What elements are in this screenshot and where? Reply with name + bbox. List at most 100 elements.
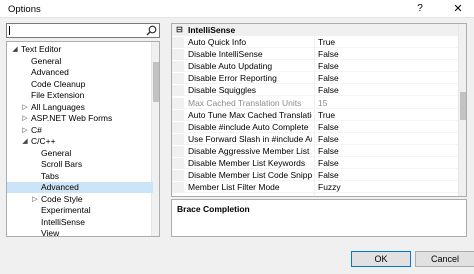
property-name: Disable Member List Keywords <box>188 158 306 168</box>
tree-scrollbar-thumb[interactable] <box>153 62 159 102</box>
tree-item[interactable]: File Extension <box>7 90 153 101</box>
property-value[interactable]: False <box>318 170 339 181</box>
property-value[interactable]: False <box>318 73 339 84</box>
property-value[interactable]: True <box>318 110 335 121</box>
expand-arrow-icon[interactable]: ▷ <box>31 194 39 205</box>
row-gutter <box>172 133 184 145</box>
tree-item[interactable]: Scroll Bars <box>7 159 153 170</box>
tree-item[interactable]: ◢ C/C++ <box>7 136 153 147</box>
property-name: Use Forward Slash in #include Auto Compl… <box>188 133 312 144</box>
property-row[interactable]: Disable Member List Code Snippets False <box>172 170 458 182</box>
tree-item[interactable]: ◢ Text Editor <box>7 44 153 55</box>
search-input[interactable] <box>6 23 160 38</box>
grid-scrollbar-thumb[interactable] <box>460 92 466 120</box>
search-icon[interactable] <box>146 25 157 36</box>
property-row[interactable]: Auto Tune Max Cached Translation Units Tr… <box>172 109 458 121</box>
tree-item-label: C# <box>31 124 42 135</box>
property-value[interactable]: False <box>318 134 339 145</box>
tree-item-label: General <box>41 147 72 158</box>
category-header[interactable]: ⊟ IntelliSense <box>172 24 458 36</box>
expand-arrow-icon[interactable]: ▷ <box>21 125 29 136</box>
tree-item[interactable]: Code Cleanup <box>7 79 153 90</box>
tree-item-label: View <box>41 228 60 237</box>
tree-item-label: IntelliSense <box>41 216 85 227</box>
row-gutter <box>172 61 184 73</box>
collapse-arrow-icon[interactable]: ◢ <box>11 44 19 55</box>
row-gutter <box>172 182 184 194</box>
property-value[interactable]: False <box>318 122 339 133</box>
property-row[interactable]: Auto Quick Info True <box>172 37 458 48</box>
description-title: Brace Completion <box>177 204 250 214</box>
tree-item[interactable]: General <box>7 148 153 159</box>
close-button[interactable]: ✕ <box>446 1 470 17</box>
tree-item-label: Code Cleanup <box>31 78 86 89</box>
property-value[interactable]: False <box>318 146 339 157</box>
text-caret <box>9 26 10 35</box>
property-name: Disable Auto Updating <box>188 61 273 72</box>
property-value[interactable]: False <box>318 61 339 72</box>
expand-arrow-icon[interactable]: ▷ <box>21 113 29 124</box>
help-button[interactable]: ? <box>409 1 431 17</box>
tree-item[interactable]: View <box>7 228 153 237</box>
property-name: Disable Squiggles <box>188 85 257 96</box>
row-gutter <box>172 158 184 169</box>
row-gutter <box>172 97 184 109</box>
tree-item[interactable]: Advanced <box>7 67 153 78</box>
property-value[interactable]: False <box>318 158 339 169</box>
tree-item[interactable]: ▷ C# <box>7 125 153 136</box>
tree-item-label: ASP.NET Web Forms <box>31 113 113 123</box>
expand-arrow-icon[interactable]: ▷ <box>21 102 29 113</box>
title-bar: Options ? ✕ <box>0 0 474 18</box>
window-title: Options <box>8 4 41 15</box>
tree-item-label: Scroll Bars <box>41 159 83 169</box>
row-gutter <box>172 73 184 85</box>
tree-item[interactable]: ▷ Code Style <box>7 194 153 205</box>
tree-item[interactable]: Tabs <box>7 171 153 182</box>
tree-item-label: Advanced <box>31 67 69 77</box>
property-name: Max Cached Translation Units <box>188 97 302 108</box>
collapse-icon[interactable]: ⊟ <box>176 24 183 36</box>
property-row[interactable]: Disable Error Reporting False <box>172 73 458 85</box>
options-tree[interactable]: ◢ Text Editor General Advanced Code Cleanup F… <box>6 41 160 237</box>
tree-item[interactable]: ▷ All Languages <box>7 102 153 113</box>
property-row[interactable]: Disable Squiggles False <box>172 85 458 97</box>
property-name: Disable #include Auto Complete <box>188 121 309 132</box>
tree-item-label: General <box>31 55 62 66</box>
tree-item[interactable]: ▷ ASP.NET Web Forms <box>7 113 153 124</box>
tree-item[interactable]: General <box>7 56 153 67</box>
description-pane: Brace Completion <box>171 199 467 237</box>
property-grid[interactable]: ⊟ IntelliSense Auto Quick Info True Disabl… <box>171 23 467 197</box>
property-value[interactable]: Fuzzy <box>318 182 341 193</box>
property-value[interactable]: False <box>318 49 339 60</box>
property-row[interactable]: Disable #include Auto Complete False <box>172 121 458 133</box>
property-name: Disable Aggressive Member List <box>188 145 310 156</box>
grid-scrollbar[interactable] <box>458 24 466 196</box>
tree-item[interactable]: Experimental <box>7 205 153 216</box>
property-row[interactable]: Disable Aggressive Member List False <box>172 145 458 157</box>
tree-item-label: C/C++ <box>31 136 56 146</box>
category-label: IntelliSense <box>188 25 236 35</box>
row-gutter <box>172 121 184 133</box>
row-gutter <box>172 170 184 182</box>
tree-item-label: File Extension <box>31 90 85 100</box>
row-gutter <box>172 49 184 61</box>
tree-item-label: Experimental <box>41 205 91 215</box>
property-value[interactable]: False <box>318 85 339 96</box>
cancel-button[interactable]: Cancel <box>415 251 474 267</box>
property-row[interactable]: Use Forward Slash in #include Auto Compl… <box>172 133 458 145</box>
property-row[interactable]: Max Cached Translation Units 15 <box>172 97 458 109</box>
property-row[interactable]: Member List Filter Mode Fuzzy <box>172 182 458 194</box>
property-row[interactable]: Disable Auto Updating False <box>172 61 458 73</box>
ok-button[interactable]: OK <box>351 251 411 267</box>
collapse-arrow-icon[interactable]: ◢ <box>21 136 29 147</box>
tree-item[interactable]: Advanced <box>7 182 153 193</box>
property-name: Disable Error Reporting <box>188 73 277 84</box>
property-value[interactable]: True <box>318 37 335 48</box>
property-row[interactable]: Disable Member List Keywords False <box>172 158 458 169</box>
property-name: Disable Member List Code Snippets <box>188 170 312 181</box>
tree-item[interactable]: IntelliSense <box>7 217 153 228</box>
row-gutter <box>172 109 184 121</box>
property-row[interactable]: Disable IntelliSense False <box>172 49 458 61</box>
row-gutter <box>172 37 184 48</box>
property-value[interactable]: 15 <box>318 98 327 109</box>
